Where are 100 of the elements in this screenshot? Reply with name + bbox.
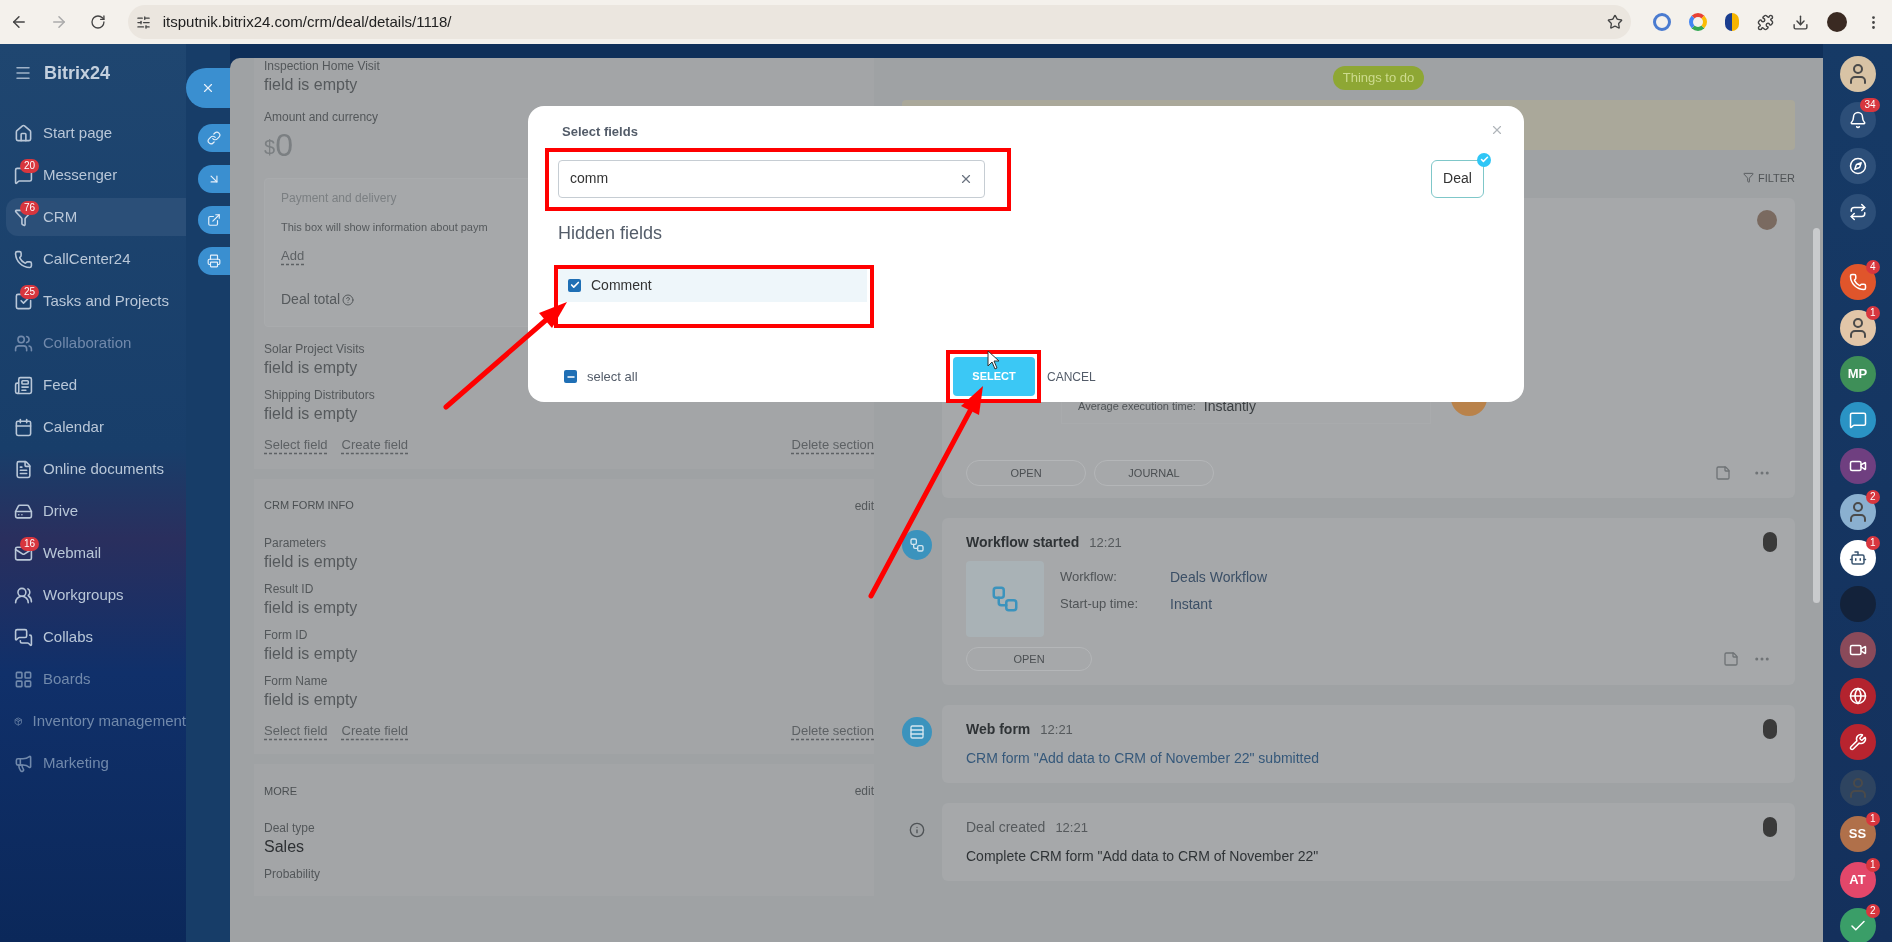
nav-item[interactable]: Start page xyxy=(6,114,186,152)
field-value: Sales xyxy=(264,837,305,857)
user-avatar[interactable] xyxy=(1839,56,1876,92)
bot-icon xyxy=(1848,549,1867,567)
address-bar[interactable]: itsputnik.bitrix24.com/crm/deal/details/1118/ xyxy=(127,5,1631,39)
nav-item[interactable]: Tasks and Projects 25 xyxy=(6,282,186,320)
nav-icon xyxy=(14,585,33,605)
bell-icon xyxy=(1848,111,1867,129)
deal-total-label: Deal total xyxy=(281,290,341,309)
nav-item[interactable]: CallCenter24 xyxy=(6,240,186,278)
workflow-icon xyxy=(990,584,1020,614)
print-button[interactable] xyxy=(198,247,230,275)
user-avatar[interactable] xyxy=(1839,494,1876,530)
search-field[interactable]: comm xyxy=(558,159,985,198)
cancel-button[interactable]: CANCEL xyxy=(1041,357,1102,396)
nav-item[interactable]: Boards xyxy=(6,660,186,698)
video-app-button[interactable] xyxy=(1839,448,1876,484)
extension-icon[interactable] xyxy=(1725,13,1739,31)
section-title: MORE xyxy=(264,783,297,799)
close-button[interactable] xyxy=(186,68,230,108)
field-value: field is empty xyxy=(264,643,358,664)
nav-item[interactable]: Collaboration xyxy=(6,324,186,362)
select-all-option[interactable]: select all xyxy=(558,366,638,387)
delete-section-link[interactable]: Delete section xyxy=(791,435,874,455)
field-link[interactable]: Select field xyxy=(264,720,328,740)
bookmark-star-icon[interactable] xyxy=(1607,14,1623,30)
extension-icon[interactable] xyxy=(1653,13,1671,31)
menu-icon[interactable] xyxy=(14,64,32,82)
nav-item[interactable]: Inventory management xyxy=(6,702,186,740)
field-label: Parameters xyxy=(264,534,327,551)
filter-icon xyxy=(1742,172,1754,184)
dialog-title: Select fields xyxy=(562,123,639,141)
checkbox[interactable] xyxy=(564,370,577,383)
count-badge: 25 xyxy=(20,285,40,299)
count-badge: 20 xyxy=(20,159,40,173)
nav-item[interactable]: Marketing xyxy=(6,744,186,782)
site-settings-icon[interactable] xyxy=(135,14,151,30)
tools-app-button[interactable] xyxy=(1839,724,1876,760)
nav-item[interactable]: Feed xyxy=(6,366,186,404)
reload-icon[interactable] xyxy=(89,14,106,30)
scrollbar[interactable] xyxy=(1813,228,1820,603)
add-link[interactable]: Add xyxy=(281,245,305,265)
box-text: This box will show information about paym xyxy=(281,220,488,235)
phone-app-button[interactable] xyxy=(1839,264,1876,300)
nav-item[interactable]: Online documents xyxy=(6,450,186,488)
download-button[interactable] xyxy=(198,165,230,193)
field-label: Amount and currency xyxy=(264,109,379,126)
count-badge: 16 xyxy=(20,537,40,551)
delete-section-link[interactable]: Delete section xyxy=(791,720,874,740)
entry-time: 12:21 xyxy=(1089,534,1122,552)
link-button[interactable] xyxy=(198,124,230,152)
nav-icon xyxy=(14,753,33,773)
nav-icon xyxy=(14,417,33,437)
form-icon xyxy=(909,724,925,740)
nav-item[interactable]: Messenger 20 xyxy=(6,156,186,194)
field-label: Probability xyxy=(264,866,321,882)
check-app-button[interactable] xyxy=(1839,908,1876,942)
user-avatar[interactable] xyxy=(1839,310,1876,346)
user-avatar xyxy=(1763,532,1777,552)
chat-app-button[interactable] xyxy=(1839,402,1876,438)
execution-time-label: Average execution time: xyxy=(1078,399,1196,415)
filter-button[interactable]: FILTER xyxy=(1757,169,1795,186)
swap-app-button[interactable] xyxy=(1839,194,1876,230)
nav-item[interactable]: Webmail 16 xyxy=(6,534,186,572)
back-icon[interactable] xyxy=(10,13,28,31)
field-label: Inspection Home Visit xyxy=(264,58,380,74)
printer-icon xyxy=(207,254,221,268)
globe-app-button[interactable] xyxy=(1839,678,1876,714)
video-app-button[interactable] xyxy=(1839,632,1876,668)
compass-app-button[interactable] xyxy=(1839,148,1876,184)
bell-app-button[interactable] xyxy=(1839,102,1876,138)
profile-avatar[interactable] xyxy=(1827,12,1847,32)
field-link[interactable]: Create field xyxy=(341,720,409,740)
count-badge: 76 xyxy=(20,201,40,215)
nav-item[interactable]: CRM 76 xyxy=(6,198,186,236)
bot-app-button[interactable] xyxy=(1839,540,1876,576)
edit-link[interactable]: edit xyxy=(854,782,874,800)
execution-time-value: Instantly xyxy=(1203,397,1256,416)
user-avatar xyxy=(1757,210,1777,230)
user-initials-avatar[interactable]: MP xyxy=(1839,356,1876,392)
field-link[interactable]: Select field xyxy=(264,435,328,455)
nav-item[interactable]: Collabs xyxy=(6,618,186,656)
field-link[interactable]: Create field xyxy=(341,435,409,455)
detail-value: Deals Workflow xyxy=(1170,568,1267,587)
cursor-icon xyxy=(987,350,1000,370)
nav-item[interactable]: Workgroups xyxy=(6,576,186,614)
field-value: field is empty xyxy=(264,358,358,378)
extensions-icon[interactable] xyxy=(1757,13,1774,31)
open-button[interactable] xyxy=(198,206,230,234)
field-option[interactable]: Comment xyxy=(558,268,867,302)
check-icon xyxy=(569,280,580,290)
edit-link[interactable]: edit xyxy=(854,496,874,515)
nav-item[interactable]: Calendar xyxy=(6,408,186,446)
url-text: itsputnik.bitrix24.com/crm/deal/details/1118/ xyxy=(162,11,452,32)
checkbox[interactable] xyxy=(568,278,581,292)
user-avatar xyxy=(1763,817,1777,837)
nav-item[interactable]: Drive xyxy=(6,492,186,530)
download-icon[interactable] xyxy=(1792,13,1809,31)
entry-title: Deal created xyxy=(966,818,1046,837)
section-heading: Hidden fields xyxy=(558,221,664,245)
